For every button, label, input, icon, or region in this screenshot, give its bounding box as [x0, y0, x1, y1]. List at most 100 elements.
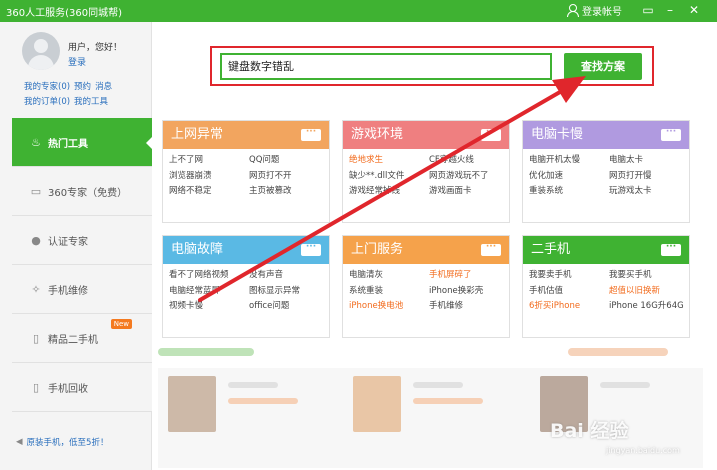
card-link[interactable]: 图标显示异常 — [249, 284, 329, 300]
card-header: 电脑故障 ··· — [163, 236, 329, 264]
new-badge: New — [110, 319, 132, 329]
close-icon[interactable]: ✕ — [686, 2, 702, 18]
card-links: 看不了网络视频 没有声音 电脑经常蓝屏 图标显示异常 视频卡慢 office问题 — [163, 264, 329, 315]
title-bar: 360人工服务(360同城帮) 登录帐号 ▭ – ✕ — [0, 0, 717, 22]
card-links: 上不了网 QQ问题 浏览器崩溃 网页打不开 网络不稳定 主页被篡改 — [163, 149, 329, 200]
card-link[interactable]: 电脑开机太慢 — [529, 153, 609, 169]
card-link[interactable]: 玩游戏太卡 — [609, 184, 689, 200]
card-link[interactable]: 超值以旧换新 — [609, 284, 689, 300]
card-link[interactable]: iPhone换电池 — [349, 299, 429, 315]
card-internet-issues: 上网异常 ··· 上不了网 QQ问题 浏览器崩溃 网页打不开 网络不稳定 主页被… — [162, 120, 330, 223]
recycle-phone-icon: ▯ — [32, 381, 40, 394]
card-link[interactable]: office问题 — [249, 299, 329, 315]
card-link[interactable]: 我要买手机 — [609, 268, 689, 284]
baidu-watermark: Bai 经验 jingyan.baidu.com — [548, 410, 688, 460]
promo-link[interactable]: ◀ 原装手机，低至5折！ — [16, 436, 108, 448]
user-greeting: 用户，您好！ — [68, 43, 123, 53]
my-tools-link[interactable]: 我的工具 — [74, 97, 108, 107]
fire-icon: ♨ — [31, 136, 41, 149]
sidebar-item-certified-expert[interactable]: ● 认证专家 — [12, 216, 152, 265]
login-link[interactable]: 登录 — [68, 55, 86, 68]
sidebar-item-used-phones[interactable]: ▯ 精品二手机 New — [12, 314, 152, 363]
card-title: 二手机 — [531, 242, 571, 257]
card-links: 我要卖手机 我要买手机 手机估值 超值以旧换新 6折买iPhone iPhone… — [523, 264, 689, 315]
blurred-section-header — [158, 346, 703, 358]
card-pc-fault: 电脑故障 ··· 看不了网络视频 没有声音 电脑经常蓝屏 图标显示异常 视频卡慢… — [162, 235, 330, 338]
card-links: 电脑清灰 手机屏碎了 系统重装 iPhone换彩壳 iPhone换电池 手机维修 — [343, 264, 509, 315]
card-link[interactable]: 我要卖手机 — [529, 268, 609, 284]
find-solution-button[interactable]: 查找方案 — [564, 53, 642, 80]
card-link[interactable]: 视频卡慢 — [169, 299, 249, 315]
sidebar-item-label: 手机维修 — [48, 285, 88, 297]
card-link[interactable]: 重装系统 — [529, 184, 609, 200]
card-link[interactable]: 系统重装 — [349, 284, 429, 300]
card-link[interactable]: 电脑清灰 — [349, 268, 429, 284]
blurred-text — [228, 382, 278, 388]
card-link[interactable]: 网页打开慢 — [609, 169, 689, 185]
sidebar-item-hot-tools[interactable]: ♨ 热门工具 — [12, 118, 153, 167]
card-header: 上网异常 ··· — [163, 121, 329, 149]
sidebar-nav: ♨ 热门工具 ▭ 360专家（免费） ● 认证专家 ✧ 手机维修 ▯ 精品二手机… — [12, 118, 153, 412]
card-link[interactable]: 主页被篡改 — [249, 184, 329, 200]
card-link[interactable]: 网络不稳定 — [169, 184, 249, 200]
blurred-text — [228, 398, 298, 404]
card-link[interactable]: 6折买iPhone — [529, 299, 609, 315]
person-icon: ● — [31, 234, 41, 247]
sidebar-item-label: 360专家（免费） — [48, 187, 128, 199]
more-icon[interactable]: ··· — [301, 243, 321, 256]
login-account-button[interactable]: 登录帐号 — [566, 3, 622, 18]
avatar[interactable] — [22, 32, 60, 70]
card-link[interactable]: 绝地求生 — [349, 153, 429, 169]
card-link[interactable]: 电脑太卡 — [609, 153, 689, 169]
card-link[interactable]: 手机屏碎了 — [429, 268, 509, 284]
card-title: 游戏环境 — [351, 127, 404, 142]
my-experts-link[interactable]: 我的专家(0) — [24, 82, 70, 92]
more-icon[interactable]: ··· — [481, 128, 501, 141]
more-icon[interactable]: ··· — [661, 243, 681, 256]
card-link[interactable]: 游戏画面卡 — [429, 184, 509, 200]
card-header: 游戏环境 ··· — [343, 121, 509, 149]
user-quick-links: 我的专家(0) 预约 消息 我的订单(0) 我的工具 — [24, 80, 148, 110]
blurred-link — [568, 348, 668, 356]
wrench-icon: ✧ — [31, 283, 41, 296]
card-link[interactable]: 网页游戏玩不了 — [429, 169, 509, 185]
more-icon[interactable]: ··· — [301, 128, 321, 141]
card-header: 电脑卡慢 ··· — [523, 121, 689, 149]
sidebar-item-phone-recycle[interactable]: ▯ 手机回收 — [12, 363, 152, 412]
card-link[interactable]: 游戏经常掉线 — [349, 184, 429, 200]
card-link[interactable]: 优化加速 — [529, 169, 609, 185]
phone-icon: ▯ — [32, 332, 40, 345]
sidebar-item-label: 手机回收 — [48, 383, 88, 395]
card-link[interactable]: 电脑经常蓝屏 — [169, 284, 249, 300]
sidebar-item-phone-repair[interactable]: ✧ 手机维修 — [12, 265, 152, 314]
user-icon — [566, 4, 579, 17]
appointment-link[interactable]: 预约 — [74, 82, 91, 92]
card-game-environment: 游戏环境 ··· 绝地求生 CF穿越火线 缺少**.dll文件 网页游戏玩不了 … — [342, 120, 510, 223]
card-link[interactable]: 浏览器崩溃 — [169, 169, 249, 185]
more-icon[interactable]: ··· — [481, 243, 501, 256]
card-link[interactable]: 网页打不开 — [249, 169, 329, 185]
card-link[interactable]: CF穿越火线 — [429, 153, 509, 169]
card-link[interactable]: iPhone换彩壳 — [429, 284, 509, 300]
sidebar-item-label: 精品二手机 — [48, 334, 98, 346]
minimize-icon[interactable]: – — [662, 2, 678, 18]
more-icon[interactable]: ··· — [661, 128, 681, 141]
sidebar-item-360-expert[interactable]: ▭ 360专家（免费） — [12, 167, 152, 216]
card-link[interactable]: iPhone 16G升64G — [609, 299, 689, 315]
search-input[interactable]: 键盘数字错乱 — [220, 53, 552, 80]
blurred-text — [413, 398, 483, 404]
monitor-icon: ▭ — [30, 185, 42, 198]
card-link[interactable]: 手机维修 — [429, 299, 509, 315]
card-link[interactable]: QQ问题 — [249, 153, 329, 169]
messages-link[interactable]: 消息 — [95, 82, 112, 92]
card-link[interactable]: 没有声音 — [249, 268, 329, 284]
blurred-text — [413, 382, 463, 388]
card-links: 绝地求生 CF穿越火线 缺少**.dll文件 网页游戏玩不了 游戏经常掉线 游戏… — [343, 149, 509, 200]
my-orders-link[interactable]: 我的订单(0) — [24, 97, 70, 107]
menu-icon[interactable]: ▭ — [640, 2, 656, 18]
card-link[interactable]: 手机估值 — [529, 284, 609, 300]
search-bar-highlight: 键盘数字错乱 查找方案 — [210, 46, 654, 86]
card-link[interactable]: 缺少**.dll文件 — [349, 169, 429, 185]
card-link[interactable]: 看不了网络视频 — [169, 268, 249, 284]
card-link[interactable]: 上不了网 — [169, 153, 249, 169]
